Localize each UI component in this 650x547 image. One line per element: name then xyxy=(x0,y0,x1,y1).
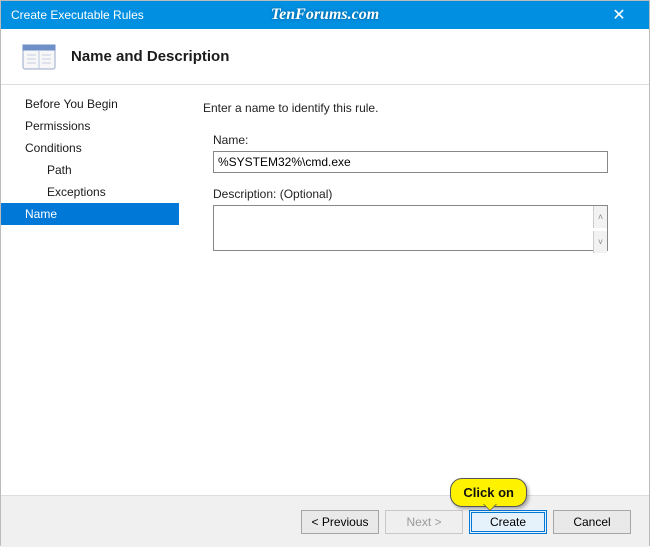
cancel-button[interactable]: Cancel xyxy=(553,510,631,534)
step-conditions[interactable]: Conditions xyxy=(1,137,179,159)
watermark: TenForums.com xyxy=(271,6,379,24)
spinner-up-icon[interactable]: ˄ xyxy=(593,206,607,228)
intro-text: Enter a name to identify this rule. xyxy=(203,101,629,115)
name-input[interactable] xyxy=(213,151,608,173)
spinner-down-icon[interactable]: ˅ xyxy=(593,231,607,253)
wizard-footer: Click on < Previous Next > Create Cancel xyxy=(1,495,649,547)
wizard-sidebar: Before You Begin Permissions Conditions … xyxy=(1,85,179,495)
step-before-you-begin[interactable]: Before You Begin xyxy=(1,93,179,115)
page-title: Name and Description xyxy=(71,48,229,65)
description-field-block: Description: (Optional) ˄ ˅ xyxy=(213,187,629,254)
window-title: Create Executable Rules xyxy=(11,8,144,22)
step-exceptions[interactable]: Exceptions xyxy=(1,181,179,203)
close-icon: ✕ xyxy=(612,5,625,25)
step-permissions[interactable]: Permissions xyxy=(1,115,179,137)
titlebar: Create Executable Rules TenForums.com ✕ xyxy=(1,1,649,29)
content: Before You Begin Permissions Conditions … xyxy=(1,85,649,495)
previous-button[interactable]: < Previous xyxy=(301,510,379,534)
callout-annotation: Click on xyxy=(450,478,527,507)
step-name[interactable]: Name xyxy=(1,203,179,225)
create-button[interactable]: Create xyxy=(469,510,547,534)
close-button[interactable]: ✕ xyxy=(599,1,639,29)
wizard-header: Name and Description xyxy=(1,29,649,85)
main-panel: Enter a name to identify this rule. Name… xyxy=(179,85,649,495)
next-button: Next > xyxy=(385,510,463,534)
name-label: Name: xyxy=(213,133,629,147)
description-input[interactable] xyxy=(213,205,608,251)
step-path[interactable]: Path xyxy=(1,159,179,181)
header-icon xyxy=(21,42,57,72)
description-label: Description: (Optional) xyxy=(213,187,629,201)
name-field-block: Name: xyxy=(213,133,629,173)
